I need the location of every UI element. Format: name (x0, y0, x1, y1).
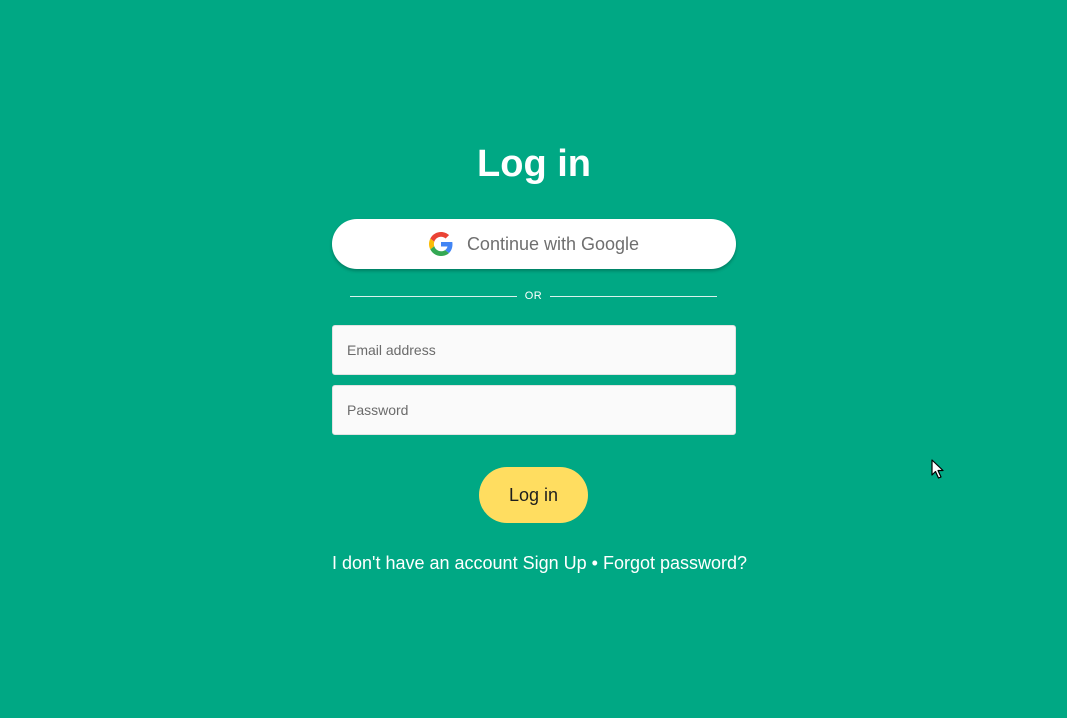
login-panel: Log in Continue with Google OR Log in I … (332, 138, 747, 573)
or-divider: OR (350, 289, 717, 303)
continue-with-google-button[interactable]: Continue with Google (332, 219, 736, 269)
google-g-icon (428, 232, 453, 256)
google-button-label: Continue with Google (466, 233, 640, 254)
log-in-button[interactable]: Log in (479, 467, 588, 523)
links-separator: • (591, 553, 598, 573)
divider-line-left (350, 295, 517, 297)
forgot-password-link[interactable]: Forgot password? (603, 553, 747, 573)
account-links: I don't have an account Sign Up • Forgot… (332, 553, 747, 574)
divider-text: OR (524, 290, 543, 302)
page-title: Log in (477, 143, 591, 185)
sign-up-link[interactable]: Sign Up (523, 553, 587, 573)
mouse-pointer-icon (931, 459, 945, 479)
password-field[interactable] (332, 385, 736, 435)
email-field[interactable] (332, 325, 736, 375)
divider-line-right (550, 295, 717, 297)
no-account-text: I don't have an account (332, 553, 518, 573)
